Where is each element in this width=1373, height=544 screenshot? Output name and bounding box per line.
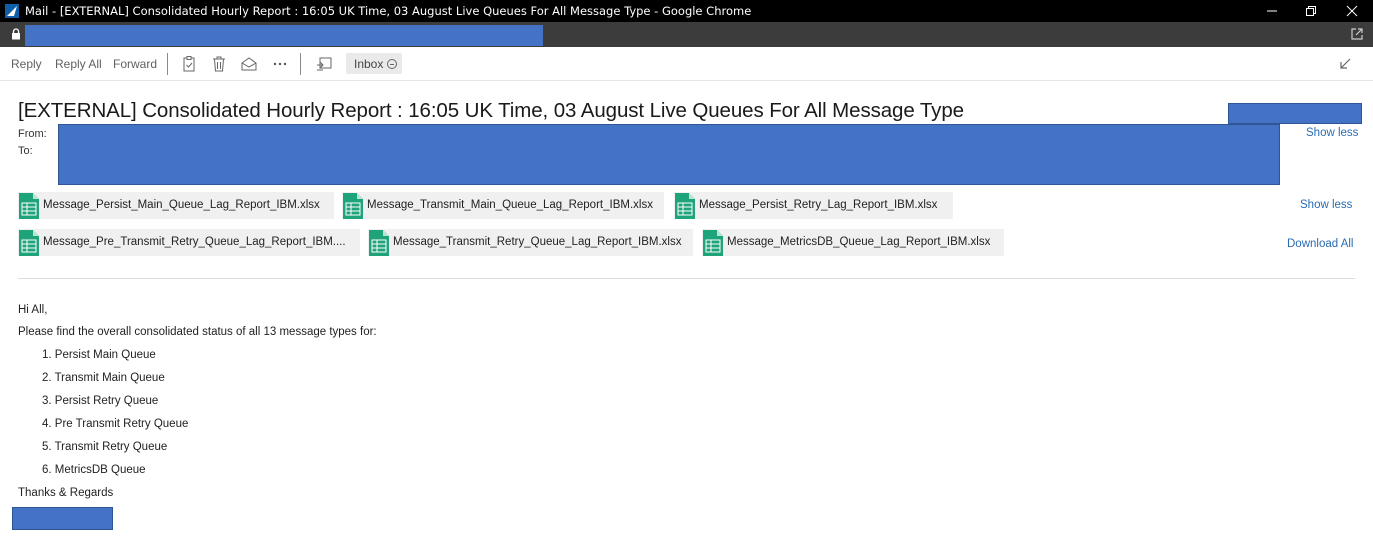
attachment-name: Message_Transmit_Retry_Queue_Lag_Report_… — [393, 236, 682, 248]
excel-file-icon — [369, 230, 389, 256]
download-all-link[interactable]: Download All — [1287, 238, 1353, 250]
reply-button[interactable]: Reply — [11, 57, 42, 71]
toolbar-divider — [167, 53, 168, 75]
attachment-item[interactable]: Message_Persist_Main_Queue_Lag_Report_IB… — [18, 192, 334, 219]
excel-file-icon — [19, 230, 39, 256]
attachment-item[interactable]: Message_MetricsDB_Queue_Lag_Report_IBM.x… — [702, 229, 1004, 256]
greeting-text: Hi All, — [18, 304, 48, 316]
show-less-recipients-link[interactable]: Show less — [1306, 127, 1358, 139]
list-item: 6. MetricsDB Queue — [42, 464, 146, 476]
window-title: Mail - [EXTERNAL] Consolidated Hourly Re… — [25, 4, 752, 18]
intro-text: Please find the overall consolidated sta… — [18, 326, 377, 338]
delete-icon[interactable] — [210, 55, 228, 73]
attachment-item[interactable]: Message_Persist_Retry_Lag_Report_IBM.xls… — [674, 192, 953, 219]
inbox-chip-label: Inbox — [354, 57, 384, 71]
attachment-item[interactable]: Message_Pre_Transmit_Retry_Queue_Lag_Rep… — [18, 229, 360, 256]
inbox-folder-chip[interactable]: Inbox — [346, 53, 402, 74]
reply-all-button[interactable]: Reply All — [55, 57, 102, 71]
list-item: 2. Transmit Main Queue — [42, 372, 165, 384]
list-item: 3. Persist Retry Queue — [42, 395, 159, 407]
lock-icon — [12, 28, 20, 40]
collapse-icon[interactable] — [1338, 57, 1352, 71]
clipboard-icon[interactable] — [180, 55, 198, 73]
closing-text: Thanks & Regards — [18, 487, 114, 499]
attachment-name: Message_MetricsDB_Queue_Lag_Report_IBM.x… — [727, 236, 991, 248]
attachment-name: Message_Persist_Retry_Lag_Report_IBM.xls… — [699, 199, 938, 211]
redacted-block — [1228, 103, 1362, 124]
browser-title-bar: Mail - [EXTERNAL] Consolidated Hourly Re… — [0, 0, 1373, 22]
list-item: 5. Transmit Retry Queue — [42, 441, 168, 453]
from-label: From: — [18, 128, 47, 140]
toolbar-divider — [300, 53, 301, 75]
excel-file-icon — [675, 193, 695, 219]
attachment-item[interactable]: Message_Transmit_Main_Queue_Lag_Report_I… — [342, 192, 664, 219]
header-divider — [18, 278, 1355, 279]
list-item: 1. Persist Main Queue — [42, 349, 156, 361]
to-label: To: — [18, 145, 33, 157]
attachment-item[interactable]: Message_Transmit_Retry_Queue_Lag_Report_… — [368, 229, 693, 256]
attachment-name: Message_Transmit_Main_Queue_Lag_Report_I… — [367, 199, 653, 211]
restore-icon — [1306, 6, 1316, 16]
show-less-attachments-link[interactable]: Show less — [1300, 199, 1352, 211]
excel-file-icon — [343, 193, 363, 219]
restore-button[interactable] — [1291, 0, 1331, 22]
attachment-name: Message_Persist_Main_Queue_Lag_Report_IB… — [43, 199, 320, 211]
minimize-button[interactable] — [1252, 0, 1292, 22]
attachment-name: Message_Pre_Transmit_Retry_Queue_Lag_Rep… — [43, 236, 346, 248]
list-item: 4. Pre Transmit Retry Queue — [42, 418, 189, 430]
recipients-redaction — [58, 124, 1280, 185]
message-subject: [EXTERNAL] Consolidated Hourly Report : … — [18, 99, 964, 122]
more-icon[interactable] — [271, 55, 289, 73]
remove-icon[interactable] — [387, 59, 398, 69]
mail-app-icon — [5, 4, 19, 18]
mail-toolbar: Reply Reply All Forward Inbox — [0, 47, 1373, 81]
forward-button[interactable]: Forward — [113, 57, 157, 71]
close-icon — [1346, 5, 1358, 17]
move-icon[interactable] — [315, 55, 333, 73]
signature-redaction — [12, 507, 113, 530]
minimize-icon — [1267, 10, 1277, 12]
url-redaction — [25, 25, 543, 46]
address-bar — [0, 22, 1373, 47]
open-in-new-icon[interactable] — [1350, 27, 1364, 41]
excel-file-icon — [703, 230, 723, 256]
mark-read-icon[interactable] — [240, 55, 258, 73]
close-button[interactable] — [1332, 0, 1372, 22]
excel-file-icon — [19, 193, 39, 219]
